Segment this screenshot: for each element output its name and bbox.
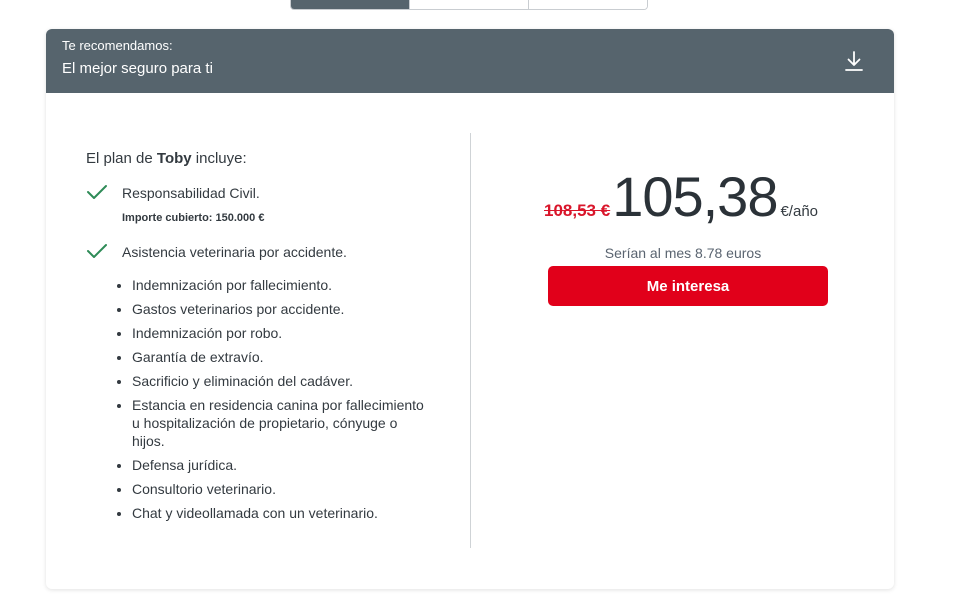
feature-title: Asistencia veterinaria por accidente. [122,244,347,260]
tab-1[interactable] [291,0,410,9]
tab-3[interactable] [529,0,647,9]
coverage-list-section: El plan de Toby incluye: Responsabilidad… [86,149,426,528]
list-item: Chat y videollamada con un veterinario. [132,504,426,522]
feature-title: Responsabilidad Civil. [122,185,260,201]
checkmark-icon [86,183,108,201]
column-divider [470,133,471,548]
list-item: Defensa jurídica. [132,456,426,474]
price-unit: €/año [780,203,819,220]
old-price: 108,53 € [544,201,611,220]
list-item: Sacrificio y eliminación del cadáver. [132,372,426,390]
recommend-title: El mejor seguro para ti [62,60,213,77]
tab-2[interactable] [410,0,529,9]
plan-tabs [290,0,648,10]
list-item: Gastos veterinarios por accidente. [132,300,426,318]
me-interesa-button[interactable]: Me interesa [548,266,828,306]
plan-heading: El plan de Toby incluye: [86,150,247,167]
card-header: Te recomendamos: El mejor seguro para ti [46,29,894,93]
list-item: Indemnización por robo. [132,324,426,342]
checkmark-icon [86,242,108,260]
monthly-price: Serían al mes 8.78 euros [604,245,762,261]
pet-name: Toby [156,150,192,167]
feature-civil-liability: Responsabilidad Civil. [86,183,426,203]
coverage-sub-list: Indemnización por fallecimiento. Gastos … [86,276,426,522]
list-item: Consultorio veterinario. [132,480,426,498]
current-price: 105,38 [612,165,778,228]
list-item: Garantía de extravío. [132,348,426,366]
list-item: Indemnización por fallecimiento. [132,276,426,294]
recommendation-card: Te recomendamos: El mejor seguro para ti… [46,29,894,589]
coverage-amount: Importe cubierto: 150.000 € [122,212,265,224]
price-row: 108,53 € 105,38 €/año [544,167,818,227]
feature-vet-assistance: Asistencia veterinaria por accidente. [86,242,426,262]
download-icon[interactable] [844,50,864,72]
list-item: Estancia en residencia canina por fallec… [132,396,426,450]
recommend-label: Te recomendamos: [62,38,173,53]
